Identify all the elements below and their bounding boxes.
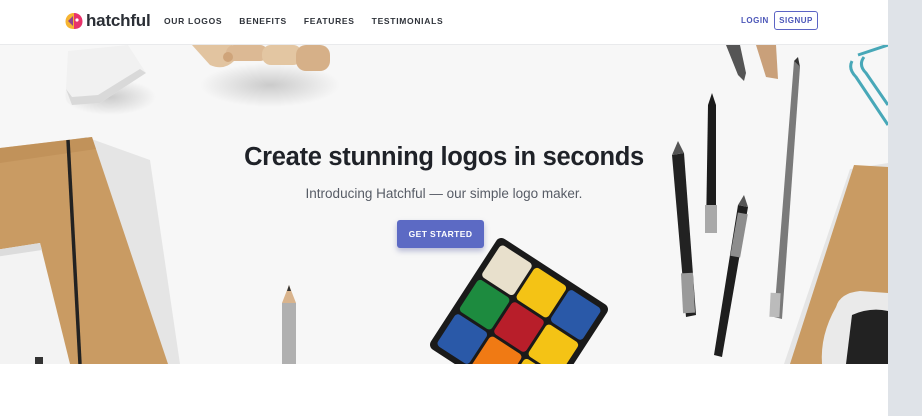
hero-subtitle: Introducing Hatchful — our simple logo m… [305,186,583,201]
signup-button[interactable]: SIGNUP [774,11,818,30]
hero-section: Create stunning logos in seconds Introdu… [0,45,888,364]
wooden-hand [192,45,340,107]
hero-background-illustration [0,45,888,364]
hatchful-logo-icon [65,13,83,29]
pencil-small [282,285,296,364]
nav-testimonials[interactable]: TESTIMONIALS [372,16,444,26]
nav-benefits[interactable]: BENEFITS [239,16,287,26]
nav-features[interactable]: FEATURES [304,16,355,26]
brand-name: hatchful [86,11,151,30]
brand-logo[interactable]: hatchful [64,11,151,31]
mechanical-pencil [714,195,748,357]
main-nav: OUR LOGOS BENEFITS FEATURES TESTIMONIALS [164,16,460,26]
paper-clip [849,45,888,126]
page: hatchful OUR LOGOS BENEFITS FEATURES TES… [0,0,888,416]
eraser [64,45,156,115]
nav-our-logos[interactable]: OUR LOGOS [164,16,222,26]
site-header: hatchful OUR LOGOS BENEFITS FEATURES TES… [0,0,888,45]
login-link[interactable]: LOGIN [741,16,769,25]
pencil-tip-top [726,45,778,81]
page-scrollbar[interactable] [888,0,922,416]
hero-title: Create stunning logos in seconds [244,143,644,171]
rubiks-cube [430,238,608,364]
get-started-button[interactable]: GET STARTED [397,220,484,248]
